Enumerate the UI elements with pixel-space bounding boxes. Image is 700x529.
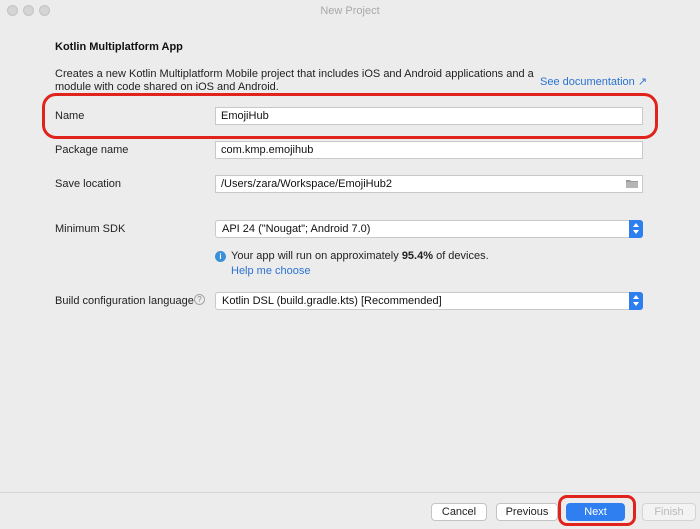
finish-button: Finish [642, 503, 696, 521]
minimum-sdk-label: Minimum SDK [55, 223, 126, 235]
info-icon: i [215, 251, 226, 262]
coverage-suffix: of devices. [436, 250, 489, 262]
template-description: Creates a new Kotlin Multiplatform Mobil… [55, 68, 534, 93]
build-config-language-value: Kotlin DSL (build.gradle.kts) [Recommend… [222, 295, 442, 307]
dropdown-arrow-icon [629, 292, 643, 310]
next-button[interactable]: Next [566, 503, 625, 521]
coverage-prefix: Your app will run on approximately [231, 250, 399, 262]
previous-button[interactable]: Previous [496, 503, 558, 521]
template-heading: Kotlin Multiplatform App [55, 41, 183, 53]
save-location-value: /Users/zara/Workspace/EmojiHub2 [221, 178, 392, 190]
package-name-label: Package name [55, 144, 129, 156]
minimum-sdk-select[interactable]: API 24 ("Nougat"; Android 7.0) [215, 220, 643, 238]
save-location-field[interactable]: /Users/zara/Workspace/EmojiHub2 [215, 175, 643, 193]
close-window-icon[interactable] [7, 5, 18, 16]
help-me-choose-link[interactable]: Help me choose [231, 265, 311, 277]
window-title: New Project [320, 5, 380, 17]
minimum-sdk-value: API 24 ("Nougat"; Android 7.0) [222, 223, 371, 235]
device-coverage-info: Your app will run on approximately 95.4%… [231, 250, 489, 262]
build-config-language-select[interactable]: Kotlin DSL (build.gradle.kts) [Recommend… [215, 292, 643, 310]
window-titlebar: New Project [0, 0, 700, 22]
save-location-label: Save location [55, 178, 122, 190]
name-input[interactable] [215, 107, 643, 125]
cancel-button[interactable]: Cancel [431, 503, 487, 521]
dropdown-arrow-icon [629, 220, 643, 238]
wizard-button-bar: Cancel Previous Next Finish [0, 492, 700, 529]
build-config-language-label: Build configuration language [55, 295, 194, 307]
zoom-window-icon[interactable] [39, 5, 50, 16]
package-name-input[interactable] [215, 141, 643, 159]
coverage-percent: 95.4% [401, 250, 434, 262]
minimize-window-icon[interactable] [23, 5, 34, 16]
wizard-content: Kotlin Multiplatform App Creates a new K… [0, 22, 700, 492]
see-documentation-link[interactable]: See documentation ↗ [540, 75, 647, 88]
folder-icon[interactable] [626, 179, 638, 188]
help-question-icon[interactable]: ? [194, 294, 205, 305]
new-project-window: New Project Kotlin Multiplatform App Cre… [0, 0, 700, 529]
name-label: Name [55, 110, 85, 122]
